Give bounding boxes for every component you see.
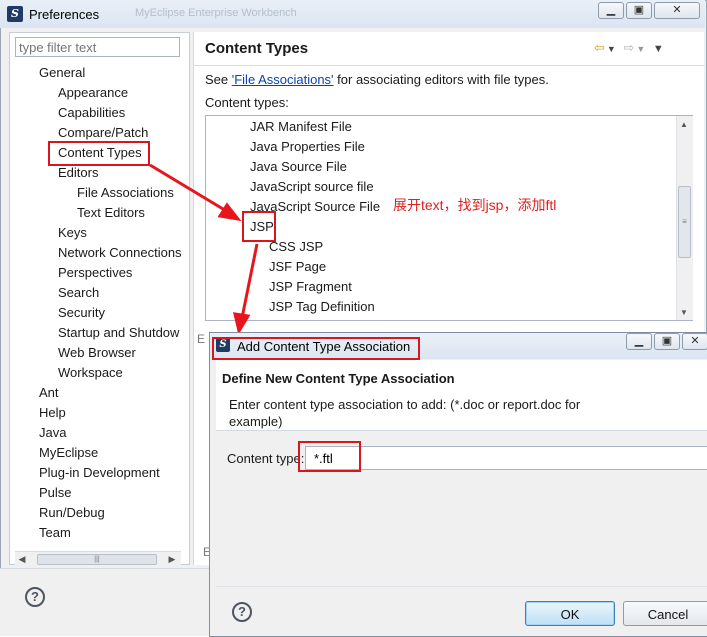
dialog-footer-divider xyxy=(216,586,707,587)
dialog-help-icon[interactable]: ? xyxy=(232,602,252,622)
dialog-minimize-button[interactable]: ▁ xyxy=(626,333,652,350)
dialog-close-button[interactable]: ✕ xyxy=(682,333,707,350)
help-icon[interactable]: ? xyxy=(25,587,45,607)
ok-button[interactable]: OK xyxy=(525,601,615,626)
panel-edge-glyph: E xyxy=(197,332,206,346)
arrow-line-to-jsp xyxy=(149,163,229,214)
content-type-input[interactable] xyxy=(305,446,707,470)
dialog-description: Enter content type association to add: (… xyxy=(229,397,581,429)
arrow-head-to-dialog xyxy=(233,312,251,335)
content-type-label: Content type: xyxy=(227,451,305,466)
cancel-button[interactable]: Cancel xyxy=(623,601,707,626)
arrow-line-to-dialog xyxy=(240,243,259,319)
highlight-dialog-title xyxy=(212,337,420,360)
highlight-ftl-input xyxy=(298,441,361,472)
dialog-heading: Define New Content Type Association xyxy=(222,371,455,386)
dialog-maximize-button[interactable]: ▣ xyxy=(654,333,680,350)
